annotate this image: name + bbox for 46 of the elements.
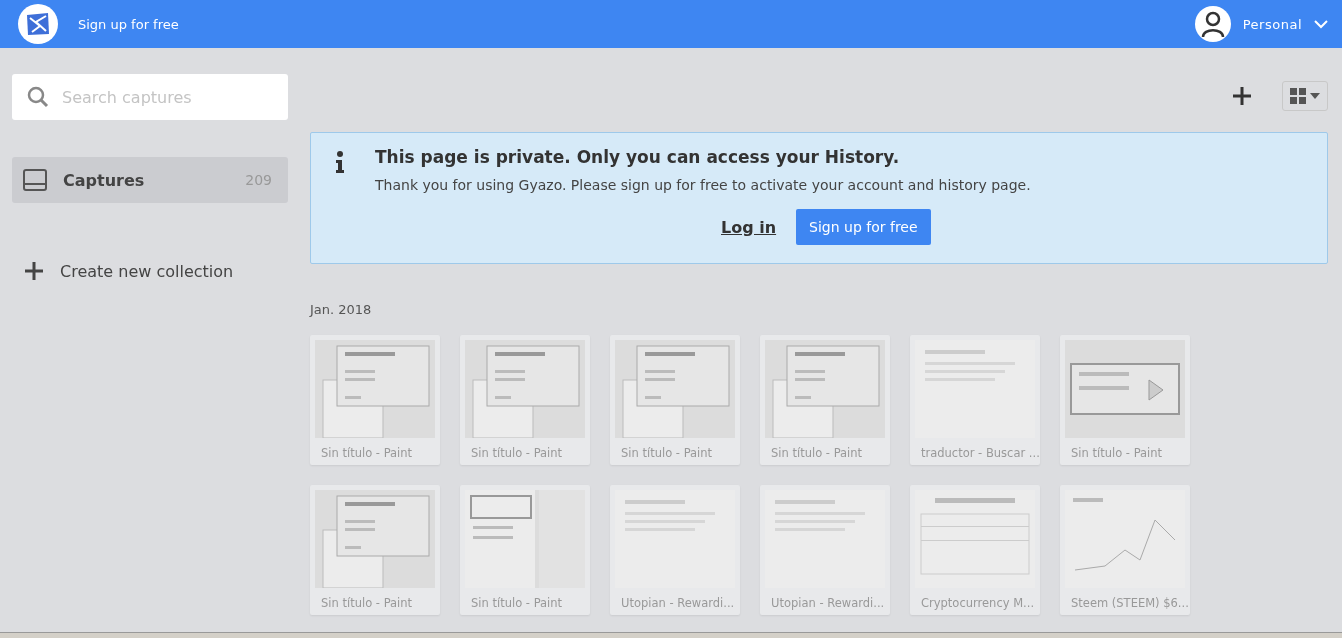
capture-card[interactable]: Sin título - Paint bbox=[310, 485, 440, 615]
capture-title: Sin título - Paint bbox=[620, 445, 714, 460]
capture-title: Sin título - Paint bbox=[770, 445, 864, 460]
capture-card[interactable]: traductor - Buscar ... bbox=[910, 335, 1040, 465]
capture-card[interactable]: Sin título - Paint bbox=[1060, 335, 1190, 465]
capture-title: Sin título - Paint bbox=[1070, 445, 1164, 460]
capture-title: Utopian - Rewardi... bbox=[770, 595, 886, 610]
search-field[interactable]: Search captures bbox=[12, 74, 288, 120]
capture-title: Utopian - Rewardi... bbox=[620, 595, 736, 610]
capture-title: Sin título - Paint bbox=[470, 445, 564, 460]
plus-icon[interactable] bbox=[1232, 86, 1252, 106]
create-collection-link[interactable]: Create new collection bbox=[12, 261, 288, 281]
grid-icon bbox=[1290, 88, 1306, 104]
capture-card[interactable]: Sin título - Paint bbox=[310, 335, 440, 465]
capture-card[interactable]: Sin título - Paint bbox=[760, 335, 890, 465]
notice-title: This page is private. Only you can access your History. bbox=[375, 147, 901, 167]
logo-icon[interactable] bbox=[18, 4, 58, 44]
capture-card[interactable]: Sin título - Paint bbox=[610, 335, 740, 465]
capture-card[interactable]: Sin título - Paint bbox=[460, 335, 590, 465]
capture-title: Steem (STEEM) $6... bbox=[1070, 595, 1190, 610]
capture-card[interactable]: Sin título - Paint bbox=[460, 485, 590, 615]
capture-title: Sin título - Paint bbox=[470, 595, 564, 610]
login-link[interactable]: Log in bbox=[721, 217, 777, 237]
capture-card[interactable]: Utopian - Rewardi... bbox=[610, 485, 740, 615]
sign-up-link[interactable]: Sign up for free bbox=[78, 16, 179, 32]
capture-card[interactable]: Utopian - Rewardi... bbox=[760, 485, 890, 615]
plus-icon bbox=[24, 261, 44, 281]
capture-title: Cryptocurrency M... bbox=[920, 595, 1036, 610]
account-name[interactable]: Personal bbox=[1242, 16, 1302, 32]
collection-label: Captures bbox=[63, 170, 145, 190]
notice-text: Thank you for using Gyazo. Please sign up for free to activate your account and history page. bbox=[375, 177, 1031, 193]
sign-up-button[interactable]: Sign up for free bbox=[796, 209, 931, 245]
create-collection-label: Create new collection bbox=[60, 261, 234, 281]
info-icon bbox=[335, 151, 345, 173]
capture-title: traductor - Buscar ... bbox=[920, 445, 1040, 460]
avatar-icon[interactable] bbox=[1194, 6, 1231, 42]
tray-icon bbox=[23, 169, 47, 191]
capture-title: Sin título - Paint bbox=[320, 595, 414, 610]
date-heading: Jan. 2018 bbox=[310, 302, 373, 317]
capture-card[interactable]: Cryptocurrency M... bbox=[910, 485, 1040, 615]
capture-card[interactable]: Steem (STEEM) $6... bbox=[1060, 485, 1190, 615]
view-toggle-button[interactable] bbox=[1282, 81, 1328, 111]
capture-title: Sin título - Paint bbox=[320, 445, 414, 460]
search-icon bbox=[27, 86, 49, 108]
chevron-down-icon[interactable] bbox=[1314, 19, 1328, 29]
caret-icon bbox=[1310, 93, 1320, 99]
